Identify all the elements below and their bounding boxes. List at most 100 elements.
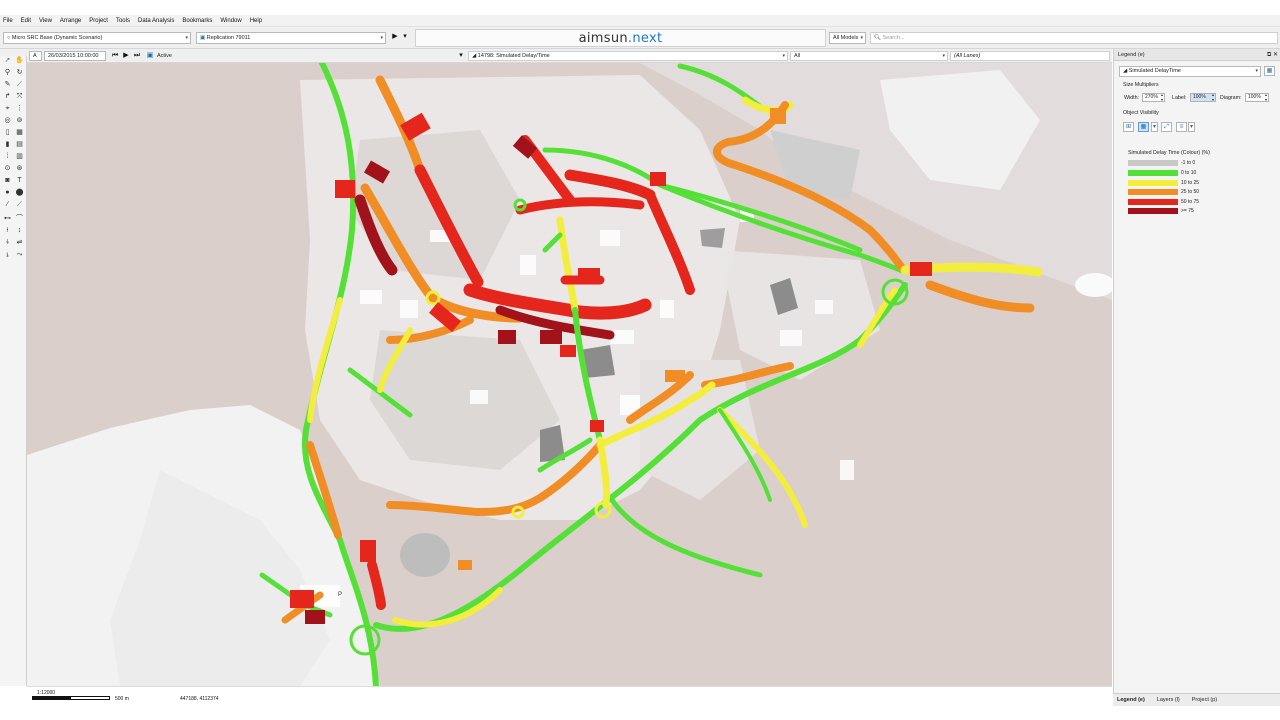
play-options-chevron-icon[interactable]: ▾ bbox=[400, 32, 410, 42]
visibility-layers-icon[interactable]: ≡ bbox=[1176, 122, 1187, 132]
menu-help[interactable]: Help bbox=[250, 18, 262, 24]
datetime-field[interactable]: 26/03/2015 10:00:00 bbox=[44, 51, 106, 61]
view-mode-select[interactable]: ◢ 14798: Simulated Delay/Time ▾ bbox=[468, 51, 788, 61]
centroid-connection-icon[interactable]: ⊚ bbox=[15, 116, 24, 125]
legend-swatch bbox=[1128, 207, 1178, 214]
tab-legend[interactable]: Legend (e) bbox=[1117, 697, 1145, 703]
legend-row: 0 to 10 bbox=[1128, 169, 1196, 176]
pan-hand-icon[interactable]: ✋ bbox=[15, 56, 24, 65]
diagram-spinbox[interactable]: 100% ▴ ▾ bbox=[1245, 92, 1269, 102]
junction-icon[interactable]: ⌖ bbox=[3, 104, 12, 113]
line-tool-icon[interactable]: ∕ bbox=[3, 200, 12, 209]
legend-label: 0 to 10 bbox=[1181, 169, 1197, 176]
replication-select[interactable]: ▣ Replication 79011 ▾ bbox=[196, 32, 386, 44]
skip-back-icon[interactable]: ⏮ bbox=[110, 51, 120, 61]
ellipse-tool-icon[interactable]: ● bbox=[3, 188, 12, 197]
menu-tools[interactable]: Tools bbox=[116, 18, 130, 24]
legend-row: 50 to 75 bbox=[1128, 198, 1199, 205]
split-icon[interactable]: ⍭ bbox=[3, 238, 12, 247]
visibility-all-icon[interactable]: ⊞ bbox=[1123, 122, 1134, 132]
map-status-bar: 1:12000 500 m 447188, 4112374 bbox=[27, 686, 1112, 706]
object-filter-select[interactable]: All ▾ bbox=[790, 51, 948, 61]
skip-forward-icon[interactable]: ⏭ bbox=[132, 51, 142, 61]
metering-icon[interactable]: ⊛ bbox=[15, 164, 24, 173]
search-input[interactable]: 🔍︎ Search... bbox=[870, 32, 1278, 44]
polygon-tool-icon[interactable]: ⟋ bbox=[15, 200, 24, 209]
lane-icon[interactable]: ⋮ bbox=[15, 104, 24, 113]
measure-icon[interactable]: ⊷ bbox=[3, 214, 12, 223]
menu-project[interactable]: Project bbox=[89, 18, 108, 24]
visibility-filter-icon[interactable]: ▦ bbox=[1138, 122, 1149, 132]
network-map[interactable]: P bbox=[27, 63, 1112, 686]
legend-mode-select[interactable]: ◢ Simulated DelayTime ▾ bbox=[1119, 66, 1261, 77]
play-replication-button[interactable]: ▶ bbox=[390, 32, 400, 42]
object-filter-value: All bbox=[794, 53, 801, 59]
circle-tool-icon[interactable]: ⬤ bbox=[15, 188, 24, 197]
polyline-icon[interactable]: ⟋ bbox=[15, 80, 24, 89]
scenario-select[interactable]: ○ Micro SRC Base (Dynamic Scenario) ▾ bbox=[3, 32, 191, 44]
node-icon[interactable]: ⤧ bbox=[15, 92, 24, 101]
text-tool-icon[interactable]: T bbox=[15, 176, 24, 185]
chevron-down-icon[interactable]: ▾ bbox=[1188, 122, 1195, 132]
link-icon[interactable]: ⤳ bbox=[15, 250, 24, 259]
search-icon: 🔍︎ bbox=[874, 35, 883, 41]
float-icon[interactable]: ⧉ bbox=[1267, 52, 1271, 58]
mode-select[interactable]: A bbox=[29, 51, 42, 61]
grid-icon[interactable]: ▦ bbox=[15, 128, 24, 137]
spin-arrows-icon: ▴ ▾ bbox=[1264, 92, 1267, 102]
brand-logo: aimsun.next bbox=[579, 31, 663, 46]
lanes-select[interactable]: (All Lanes) bbox=[950, 51, 1110, 61]
models-select[interactable]: All Models ▾ bbox=[829, 32, 866, 44]
bus-stop-icon[interactable]: ▤ bbox=[15, 140, 24, 149]
replication-icon: ▣ bbox=[200, 35, 207, 41]
status-chevron-icon[interactable]: ▾ bbox=[456, 51, 466, 61]
spin-arrows-icon: ▴ ▾ bbox=[1211, 92, 1214, 102]
pedestrian-area-icon[interactable]: ⁞ bbox=[3, 152, 12, 161]
chevron-down-icon[interactable]: ▾ bbox=[1151, 122, 1158, 132]
path-icon[interactable]: ↕ bbox=[15, 226, 24, 235]
map-canvas: P bbox=[27, 63, 1112, 686]
rotate-icon[interactable]: ↻ bbox=[15, 68, 24, 77]
parking-label: P bbox=[338, 592, 342, 598]
menu-edit[interactable]: Edit bbox=[21, 18, 31, 24]
section-draw-icon[interactable]: ✎ bbox=[3, 80, 12, 89]
object-visibility-label: Object Visibility bbox=[1123, 110, 1159, 116]
menu-window[interactable]: Window bbox=[220, 18, 241, 24]
select-arrow-icon[interactable]: ➚ bbox=[3, 56, 12, 65]
chevron-down-icon: ▾ bbox=[1255, 68, 1258, 74]
centroid-icon[interactable]: ◎ bbox=[3, 116, 12, 125]
diagram-value: 100% bbox=[1248, 94, 1261, 100]
menu-arrange[interactable]: Arrange bbox=[60, 18, 81, 24]
turn-icon[interactable]: ↱ bbox=[3, 92, 12, 101]
menu-bookmarks[interactable]: Bookmarks bbox=[182, 18, 212, 24]
chevron-down-icon: ▾ bbox=[185, 35, 188, 41]
ruler-icon[interactable]: ⌒ bbox=[15, 214, 24, 223]
tab-layers[interactable]: Layers (l) bbox=[1157, 697, 1180, 703]
menu-view[interactable]: View bbox=[39, 18, 52, 24]
label-spinbox[interactable]: 100% ▴ ▾ bbox=[1190, 92, 1216, 102]
merge-icon[interactable]: ⇌ bbox=[15, 238, 24, 247]
search-placeholder: Search... bbox=[882, 35, 905, 41]
pin-icon[interactable]: ⍿ bbox=[3, 226, 12, 235]
detector-icon[interactable]: ▯ bbox=[3, 128, 12, 137]
menu-data-analysis[interactable]: Data Analysis bbox=[138, 18, 174, 24]
scenario-value: Micro SRC Base (Dynamic Scenario) bbox=[11, 35, 103, 41]
legend-row: >= 75 bbox=[1128, 207, 1194, 214]
tab-project[interactable]: Project (p) bbox=[1192, 697, 1217, 703]
signal-icon[interactable]: ▮ bbox=[3, 140, 12, 149]
zoom-icon[interactable]: ⚲ bbox=[3, 68, 12, 77]
area-grid-icon[interactable]: ▥ bbox=[15, 152, 24, 161]
legend-options-icon[interactable]: ▦ bbox=[1264, 66, 1275, 76]
legend-row: 10 to 25 bbox=[1128, 179, 1199, 186]
cursor-coordinates: 447188, 4112374 bbox=[180, 696, 219, 702]
width-spinbox[interactable]: 270% ▴ ▾ bbox=[1142, 92, 1165, 102]
label-size-label: Label: bbox=[1172, 95, 1187, 101]
close-icon[interactable]: ✕ bbox=[1273, 52, 1278, 58]
camera-icon[interactable]: ◙ bbox=[3, 176, 12, 185]
size-multipliers-label: Size Multipliers bbox=[1123, 82, 1159, 88]
visibility-sections-icon[interactable]: ⤢ bbox=[1161, 122, 1172, 132]
menu-file[interactable]: File bbox=[3, 18, 13, 24]
play-icon[interactable]: ▶ bbox=[121, 51, 131, 61]
ramp-icon[interactable]: ⍸ bbox=[3, 250, 12, 259]
vms-icon[interactable]: ⊙ bbox=[3, 164, 12, 173]
